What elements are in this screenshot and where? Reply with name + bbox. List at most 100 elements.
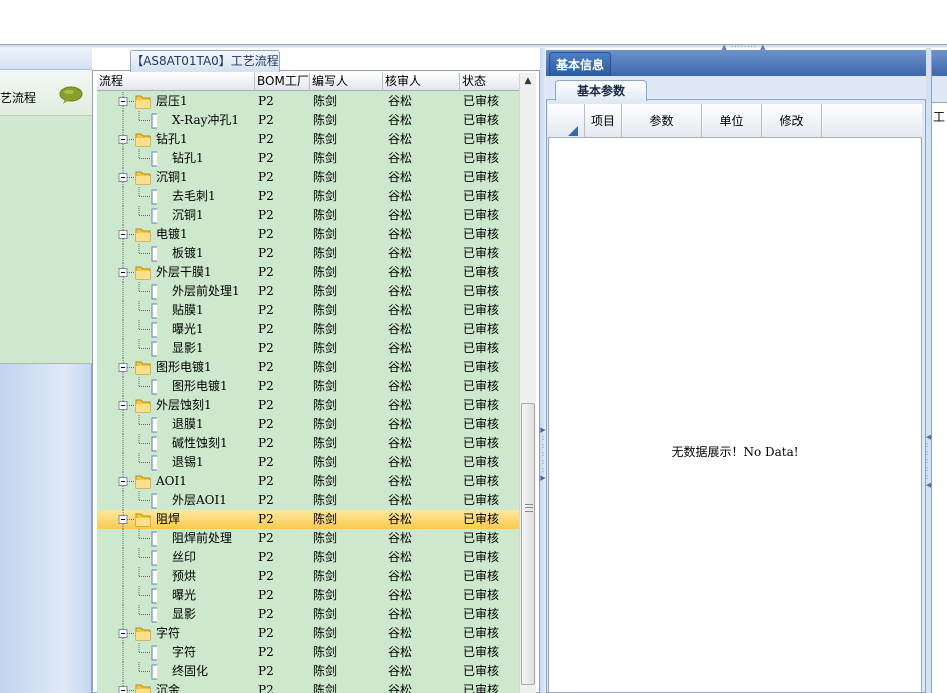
tree-row[interactable]: 曝光1 P2 陈剑 谷松 已审核 [97, 320, 519, 339]
tree-row[interactable]: 曝光 P2 陈剑 谷松 已审核 [97, 586, 519, 605]
cell-status: 已审核 [463, 132, 500, 146]
tree-row[interactable]: 钻孔1 P2 陈剑 谷松 已审核 [97, 130, 519, 149]
cell-status: 已审核 [463, 493, 500, 507]
tree-node-label[interactable]: 退锡1 [172, 453, 204, 472]
tree-row[interactable]: 沉金 P2 陈剑 谷松 已审核 [97, 681, 519, 693]
tree-node-label[interactable]: X-Ray冲孔1 [172, 111, 239, 130]
tree-node-label[interactable]: 沉金 [156, 681, 180, 693]
column-header-unit[interactable]: 单位 [702, 104, 762, 138]
tree-row[interactable]: 阻焊 P2 陈剑 谷松 已审核 [97, 510, 519, 529]
tree-row[interactable]: 图形电镀1 P2 陈剑 谷松 已审核 [97, 377, 519, 396]
left-nav-item-process[interactable]: 艺流程 [0, 70, 92, 364]
column-header-status[interactable]: 状态 [460, 73, 519, 91]
tree-node-label[interactable]: 字符 [156, 624, 180, 643]
tree-node-label[interactable]: 外层干膜1 [156, 263, 212, 282]
tree-node-label[interactable]: 曝光1 [172, 320, 204, 339]
tree-row[interactable]: 丝印 P2 陈剑 谷松 已审核 [97, 548, 519, 567]
tree-node-label[interactable]: 沉铜1 [156, 168, 188, 187]
tree-node-label[interactable]: 显影 [172, 605, 196, 624]
tree-row[interactable]: 阻焊前处理 P2 陈剑 谷松 已审核 [97, 529, 519, 548]
cell-checker: 谷松 [388, 645, 413, 659]
tree-row[interactable]: 字符 P2 陈剑 谷松 已审核 [97, 624, 519, 643]
tree-node-label[interactable]: 字符 [172, 643, 196, 662]
tree-node-label[interactable]: 曝光 [172, 586, 196, 605]
tree-node-label[interactable]: 预烘 [172, 567, 196, 586]
tree-node-label[interactable]: 退膜1 [172, 415, 204, 434]
cell-status: 已审核 [463, 588, 500, 602]
tree-node-label[interactable]: AOI1 [156, 472, 187, 491]
document-node-icon [122, 301, 157, 320]
column-header-process[interactable]: 流程 [97, 73, 255, 91]
tree-row[interactable]: 外层干膜1 P2 陈剑 谷松 已审核 [97, 263, 519, 282]
tree-node-label[interactable]: 沉铜1 [172, 206, 204, 225]
tab-basic-params[interactable]: 基本参数 [555, 80, 647, 101]
tree-node-label[interactable]: 层压1 [156, 92, 188, 111]
tree-node-label[interactable]: 图形电镀1 [172, 377, 228, 396]
tree-scrollbar[interactable]: ▲ [519, 73, 536, 693]
tree-row[interactable]: 外层前处理1 P2 陈剑 谷松 已审核 [97, 282, 519, 301]
tree-row[interactable]: 外层蚀刻1 P2 陈剑 谷松 已审核 [97, 396, 519, 415]
scroll-grip-icon [525, 504, 533, 512]
tree-row[interactable]: 显影 P2 陈剑 谷松 已审核 [97, 605, 519, 624]
tree-row[interactable]: 贴膜1 P2 陈剑 谷松 已审核 [97, 301, 519, 320]
cell-bom: P2 [258, 569, 274, 583]
process-tree-tab[interactable]: 【AS8AT01TA0】工艺流程 [130, 50, 280, 72]
params-grid-body [548, 104, 922, 693]
grid-corner-cell[interactable] [548, 104, 585, 138]
column-header-bom[interactable]: BOM工厂 [255, 73, 310, 91]
tree-node-label[interactable]: 贴膜1 [172, 301, 204, 320]
tree-node-label[interactable]: 外层AOI1 [172, 491, 227, 510]
tree-row[interactable]: 沉铜1 P2 陈剑 谷松 已审核 [97, 168, 519, 187]
tree-node-label[interactable]: 去毛刺1 [172, 187, 216, 206]
tree-node-label[interactable]: 板镀1 [172, 244, 204, 263]
tree-node-label[interactable]: 外层蚀刻1 [156, 396, 212, 415]
tree-node-label[interactable]: 图形电镀1 [156, 358, 212, 377]
tree-row[interactable]: 钻孔1 P2 陈剑 谷松 已审核 [97, 149, 519, 168]
far-right-body [932, 102, 947, 693]
basic-info-header: 基本信息 [546, 50, 926, 76]
tree-row[interactable]: 电镀1 P2 陈剑 谷松 已审核 [97, 225, 519, 244]
tree-row[interactable]: 碱性蚀刻1 P2 陈剑 谷松 已审核 [97, 434, 519, 453]
tree-row[interactable]: 图形电镀1 P2 陈剑 谷松 已审核 [97, 358, 519, 377]
top-splitter[interactable] [0, 44, 947, 48]
cell-checker: 谷松 [388, 455, 413, 469]
tree-row[interactable]: 外层AOI1 P2 陈剑 谷松 已审核 [97, 491, 519, 510]
tree-node-label[interactable]: 终固化 [172, 662, 208, 681]
scroll-up-arrow-icon[interactable]: ▲ [520, 73, 536, 90]
tree-row[interactable]: 层压1 P2 陈剑 谷松 已审核 [97, 92, 519, 111]
cell-status: 已审核 [463, 683, 500, 693]
tree-node-label[interactable]: 电镀1 [156, 225, 188, 244]
tree-row[interactable]: AOI1 P2 陈剑 谷松 已审核 [97, 472, 519, 491]
tree-node-label[interactable]: 碱性蚀刻1 [172, 434, 228, 453]
tree-row[interactable]: 显影1 P2 陈剑 谷松 已审核 [97, 339, 519, 358]
left-nav-item-head[interactable]: 艺流程 [0, 70, 92, 116]
tree-row[interactable]: 去毛刺1 P2 陈剑 谷松 已审核 [97, 187, 519, 206]
tree-node-label[interactable]: 钻孔1 [172, 149, 204, 168]
tree-node-label[interactable]: 丝印 [172, 548, 196, 567]
scroll-thumb[interactable] [521, 403, 535, 685]
cell-status: 已审核 [463, 379, 500, 393]
tree-row[interactable]: 字符 P2 陈剑 谷松 已审核 [97, 643, 519, 662]
basic-info-tab[interactable]: 基本信息 [549, 52, 611, 76]
folder-node-icon [118, 472, 151, 491]
cell-writer: 陈剑 [313, 227, 338, 241]
tree-row[interactable]: X-Ray冲孔1 P2 陈剑 谷松 已审核 [97, 111, 519, 130]
tree-node-label[interactable]: 显影1 [172, 339, 204, 358]
cell-checker: 谷松 [388, 550, 413, 564]
tree-row[interactable]: 沉铜1 P2 陈剑 谷松 已审核 [97, 206, 519, 225]
tree-row[interactable]: 板镀1 P2 陈剑 谷松 已审核 [97, 244, 519, 263]
cell-writer: 陈剑 [313, 569, 338, 583]
column-header-modify[interactable]: 修改 [762, 104, 822, 138]
tree-node-label[interactable]: 阻焊 [156, 510, 180, 529]
tree-row[interactable]: 预烘 P2 陈剑 谷松 已审核 [97, 567, 519, 586]
tree-row[interactable]: 退锡1 P2 陈剑 谷松 已审核 [97, 453, 519, 472]
column-header-item[interactable]: 项目 [585, 104, 622, 138]
column-header-param[interactable]: 参数 [622, 104, 702, 138]
tree-node-label[interactable]: 阻焊前处理 [172, 529, 232, 548]
tree-row[interactable]: 退膜1 P2 陈剑 谷松 已审核 [97, 415, 519, 434]
tree-node-label[interactable]: 外层前处理1 [172, 282, 240, 301]
column-header-writer[interactable]: 编写人 [310, 73, 383, 91]
tree-row[interactable]: 终固化 P2 陈剑 谷松 已审核 [97, 662, 519, 681]
tree-node-label[interactable]: 钻孔1 [156, 130, 188, 149]
column-header-checker[interactable]: 核审人 [383, 73, 460, 91]
